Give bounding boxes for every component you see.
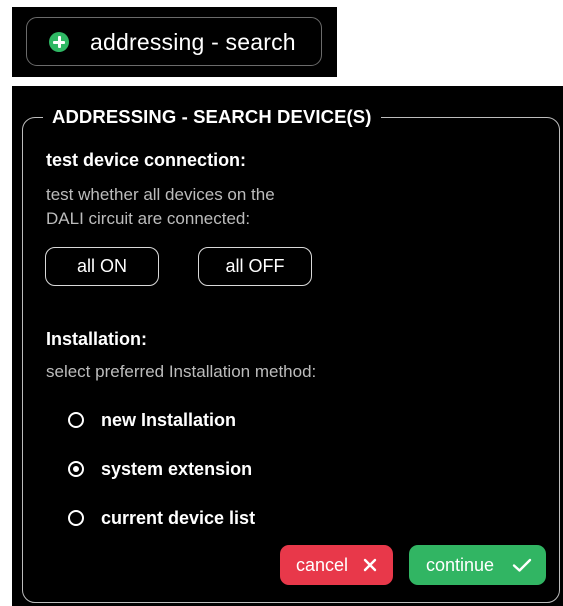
cancel-button[interactable]: cancel bbox=[280, 545, 393, 585]
all-on-label: all ON bbox=[76, 256, 127, 276]
all-off-button[interactable]: all OFF bbox=[198, 247, 312, 286]
radio-unchecked-icon bbox=[68, 412, 84, 428]
radio-system-extension[interactable]: system extension bbox=[68, 455, 252, 483]
radio-unchecked-icon bbox=[68, 510, 84, 526]
continue-button[interactable]: continue bbox=[409, 545, 546, 585]
all-off-label: all OFF bbox=[225, 256, 285, 276]
continue-label: continue bbox=[426, 554, 495, 575]
connection-description-line1: test whether all devices on the bbox=[46, 185, 275, 204]
all-on-button[interactable]: all ON bbox=[45, 247, 159, 286]
radio-label: new Installation bbox=[101, 409, 237, 430]
close-icon bbox=[363, 545, 377, 585]
radio-current-device-list[interactable]: current device list bbox=[68, 504, 255, 532]
connection-heading: test device connection: bbox=[46, 150, 247, 170]
radio-checked-icon bbox=[68, 461, 84, 477]
addressing-search-label: addressing - search bbox=[90, 29, 296, 55]
connection-description-line2: DALI circuit are connected: bbox=[46, 209, 251, 228]
installation-description: select preferred Installation method: bbox=[46, 362, 317, 381]
addressing-search-button[interactable]: addressing - search bbox=[26, 17, 322, 66]
radio-label: current device list bbox=[101, 507, 256, 528]
dialog-title: ADDRESSING - SEARCH DEVICE(S) bbox=[43, 105, 381, 129]
checkmark-icon bbox=[512, 545, 532, 585]
addressing-search-dialog: ADDRESSING - SEARCH DEVICE(S) test devic… bbox=[12, 86, 563, 606]
radio-label: system extension bbox=[101, 458, 253, 479]
radio-new-installation[interactable]: new Installation bbox=[68, 406, 236, 434]
addressing-search-widget: addressing - search bbox=[12, 7, 337, 77]
installation-heading: Installation: bbox=[46, 329, 148, 349]
cancel-label: cancel bbox=[296, 554, 349, 575]
plus-circle-icon bbox=[49, 32, 69, 52]
